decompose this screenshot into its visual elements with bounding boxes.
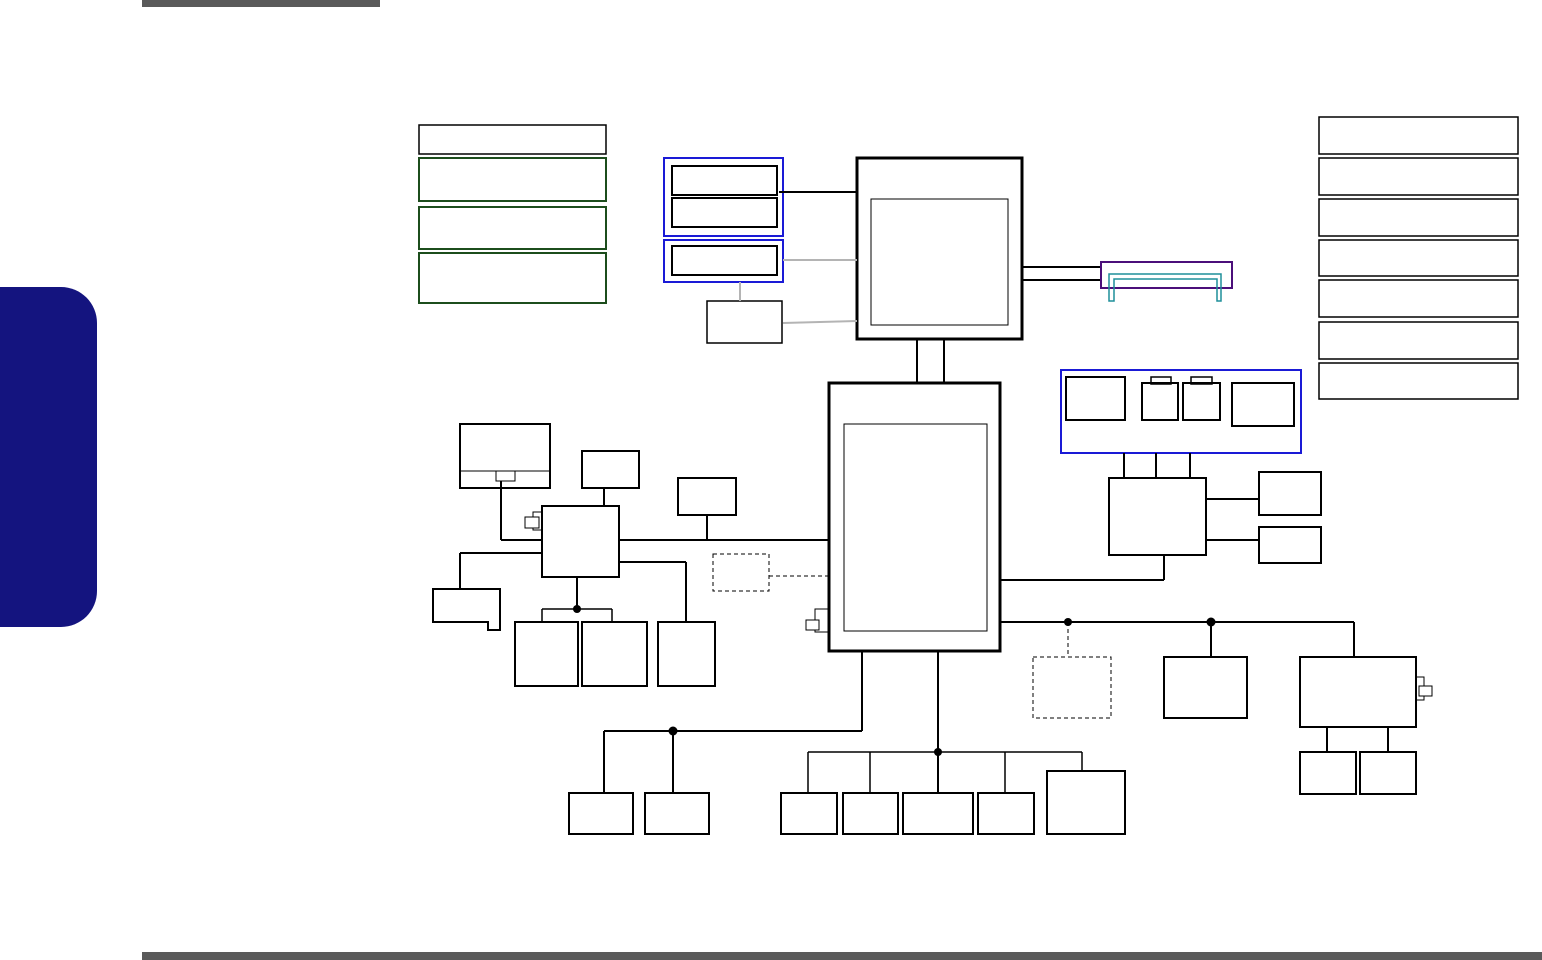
touchpad-box [432, 588, 501, 631]
keyboard-box [459, 423, 551, 489]
legend-box-3 [418, 206, 607, 250]
audio-jack-4 [1231, 382, 1295, 427]
usb-port-1 [568, 792, 634, 835]
junction-dot-icon [1206, 617, 1216, 627]
spec-box-5 [1318, 279, 1519, 318]
mic-box [1258, 526, 1322, 564]
optional-tpm-box [712, 553, 770, 592]
display-connector-outer [1100, 261, 1233, 289]
card-reader-box [1299, 656, 1417, 728]
memory-group [663, 157, 784, 344]
card-slot-2 [1359, 751, 1417, 795]
junction-dot-icon [1064, 618, 1072, 626]
cpu-inner-box [870, 198, 1009, 326]
pch-inner-box [843, 423, 988, 632]
audio-jack-3 [1182, 382, 1221, 421]
memory-slot-a2 [671, 197, 778, 228]
memory-slot-b1 [671, 245, 778, 276]
battery-box [514, 621, 579, 687]
storage-box-5 [1046, 770, 1126, 835]
charger-box [581, 621, 648, 687]
wlan-box [1163, 656, 1248, 719]
storage-box-1 [780, 792, 838, 835]
legend-box-4 [418, 252, 607, 304]
spec-box-7 [1318, 362, 1519, 400]
legend-group [418, 124, 607, 304]
spec-group [1318, 116, 1519, 400]
storage-box-4 [977, 792, 1035, 835]
legend-box-1 [418, 124, 607, 155]
fan-box [657, 621, 716, 687]
spec-box-6 [1318, 321, 1519, 360]
storage-box-3 [902, 792, 974, 835]
storage-box-2 [842, 792, 899, 835]
junction-dot-icon [573, 605, 581, 613]
ec-crystal-icon [524, 516, 540, 529]
crystal-oscillator-icon [805, 619, 820, 631]
usb-port-2 [644, 792, 710, 835]
junction-dot-icon [668, 726, 678, 736]
audio-jack-1 [1065, 376, 1126, 421]
spec-box-4 [1318, 239, 1519, 277]
memory-aux-box [706, 300, 783, 344]
card-reader-crystal-icon [1418, 685, 1433, 697]
card-slot-1 [1299, 751, 1357, 795]
spec-box-2 [1318, 157, 1519, 196]
junction-dot-icon [934, 748, 942, 756]
pch-box [827, 381, 1002, 653]
speaker-box [1258, 471, 1322, 516]
ec-top-box [581, 450, 640, 489]
cpu-box [855, 156, 1024, 341]
memory-aux-link [782, 320, 858, 324]
optional-pcie-box [1032, 656, 1112, 719]
spi-box [677, 477, 737, 516]
audio-codec-box [1108, 477, 1207, 556]
system-block-diagram [418, 116, 1519, 835]
keyboard-connector [495, 470, 516, 482]
audio-jack-2 [1141, 382, 1179, 421]
spec-box-1 [1318, 116, 1519, 155]
legend-box-2 [418, 157, 607, 202]
memory-slot-a1 [671, 165, 778, 196]
spec-box-3 [1318, 198, 1519, 237]
ec-box [541, 505, 620, 578]
